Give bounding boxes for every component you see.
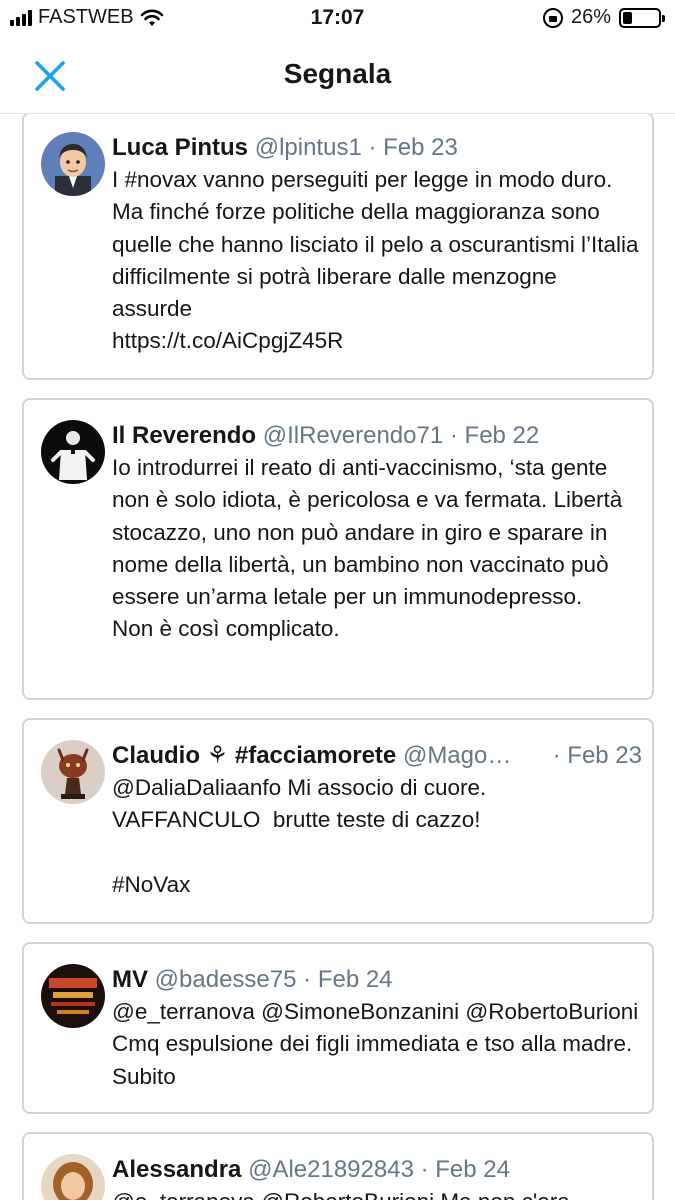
tweet-text: @e_terranova @RobertoBurioni Ma non c'er…	[112, 1186, 642, 1200]
avatar[interactable]	[41, 420, 105, 484]
page-title: Segnala	[283, 58, 392, 89]
tweet-header: Il Reverendo @IlReverendo71 · Feb 22	[112, 420, 642, 452]
tweet-date: Feb 23	[383, 134, 458, 161]
tweet-date: Feb 24	[317, 966, 393, 993]
author-handle: @Mago…	[402, 742, 512, 769]
avatar[interactable]	[41, 964, 105, 1028]
tweet-content: Alessandra @Ale21892843 · Feb 24 @e_terr…	[112, 1154, 642, 1200]
tweet-header-identity: Claudio ⚘ #facciamorete @Mago…	[112, 740, 535, 772]
separator-dot: ·	[368, 134, 377, 161]
tweet-content: Luca Pintus @lpintus1 · Feb 23 I #novax …	[112, 132, 642, 358]
battery-level-fill	[623, 11, 632, 24]
tweet-card[interactable]: Claudio ⚘ #facciamorete @Mago… · Feb 23 …	[22, 718, 654, 924]
close-button[interactable]	[28, 54, 72, 98]
tweet-header: Alessandra @Ale21892843 · Feb 24	[112, 1154, 642, 1186]
avatar-concert-icon	[41, 964, 105, 1028]
close-icon	[35, 61, 65, 91]
tweet-card[interactable]: Alessandra @Ale21892843 · Feb 24 @e_terr…	[22, 1132, 654, 1200]
tweet-date: Feb 23	[567, 742, 642, 769]
avatar-figurine-icon	[41, 740, 105, 804]
tweet-text: @e_terranova @SimoneBonzanini @RobertoBu…	[112, 999, 645, 1089]
author-name: Luca Pintus	[112, 134, 249, 161]
tweet-date: Feb 24	[435, 1156, 510, 1183]
battery-icon	[619, 7, 665, 28]
carrier-label: FASTWEB	[38, 6, 134, 28]
wifi-icon	[140, 9, 163, 26]
avatar-woman-icon	[41, 1154, 105, 1200]
status-left: FASTWEB	[10, 6, 164, 29]
author-handle: @lpintus1	[254, 134, 362, 161]
author-name: Il Reverendo	[112, 422, 257, 449]
tweet-content: Il Reverendo @IlReverendo71 · Feb 22 Io …	[112, 420, 642, 646]
tweet-content: Claudio ⚘ #facciamorete @Mago… · Feb 23 …	[112, 740, 642, 901]
status-bar: FASTWEB 17:07 26%	[0, 0, 675, 38]
rotation-lock-icon	[542, 7, 563, 28]
author-name: Claudio ⚘ #facciamorete	[112, 742, 397, 769]
author-handle: @IlReverendo71	[262, 422, 444, 449]
tweet-card[interactable]: Luca Pintus @lpintus1 · Feb 23 I #novax …	[22, 114, 654, 380]
tweet-text: Io introdurrei il reato di anti-vaccinis…	[112, 455, 623, 642]
battery-percent: 26%	[570, 6, 611, 28]
avatar-cartoon-man-icon	[41, 132, 105, 196]
separator-dot: ·	[552, 742, 561, 769]
tweet-text: I #novax vanno perseguiti per legge in m…	[112, 167, 639, 354]
author-handle: @badesse75	[154, 966, 297, 993]
status-right: 26%	[542, 6, 665, 29]
signal-strength-icon	[10, 9, 32, 26]
tweet-header: Claudio ⚘ #facciamorete @Mago… · Feb 23	[112, 740, 642, 772]
tweet-card[interactable]: MV @badesse75 · Feb 24 @e_terranova @Sim…	[22, 942, 654, 1114]
separator-dot: ·	[449, 422, 458, 449]
author-name: Alessandra	[112, 1156, 242, 1183]
avatar-reverend-icon	[41, 420, 105, 484]
avatar[interactable]	[41, 740, 105, 804]
separator-dot: ·	[303, 966, 312, 993]
tweet-header: Luca Pintus @lpintus1 · Feb 23	[112, 132, 642, 164]
avatar[interactable]	[41, 1154, 105, 1200]
tweet-text: @DaliaDaliaanfo Mi associo di cuore. VAF…	[112, 775, 487, 897]
tweet-content: MV @badesse75 · Feb 24 @e_terranova @Sim…	[112, 964, 642, 1093]
separator-dot: ·	[420, 1156, 429, 1183]
tweet-list: Luca Pintus @lpintus1 · Feb 23 I #novax …	[0, 114, 675, 1200]
tweet-card[interactable]: Il Reverendo @IlReverendo71 · Feb 22 Io …	[22, 398, 654, 700]
avatar[interactable]	[41, 132, 105, 196]
author-name: MV	[112, 966, 148, 993]
author-handle: @Ale21892843	[248, 1156, 414, 1183]
tweet-date: Feb 22	[464, 422, 540, 449]
tweet-header: MV @badesse75 · Feb 24	[112, 964, 642, 996]
navigation-bar: Segnala	[0, 38, 675, 114]
